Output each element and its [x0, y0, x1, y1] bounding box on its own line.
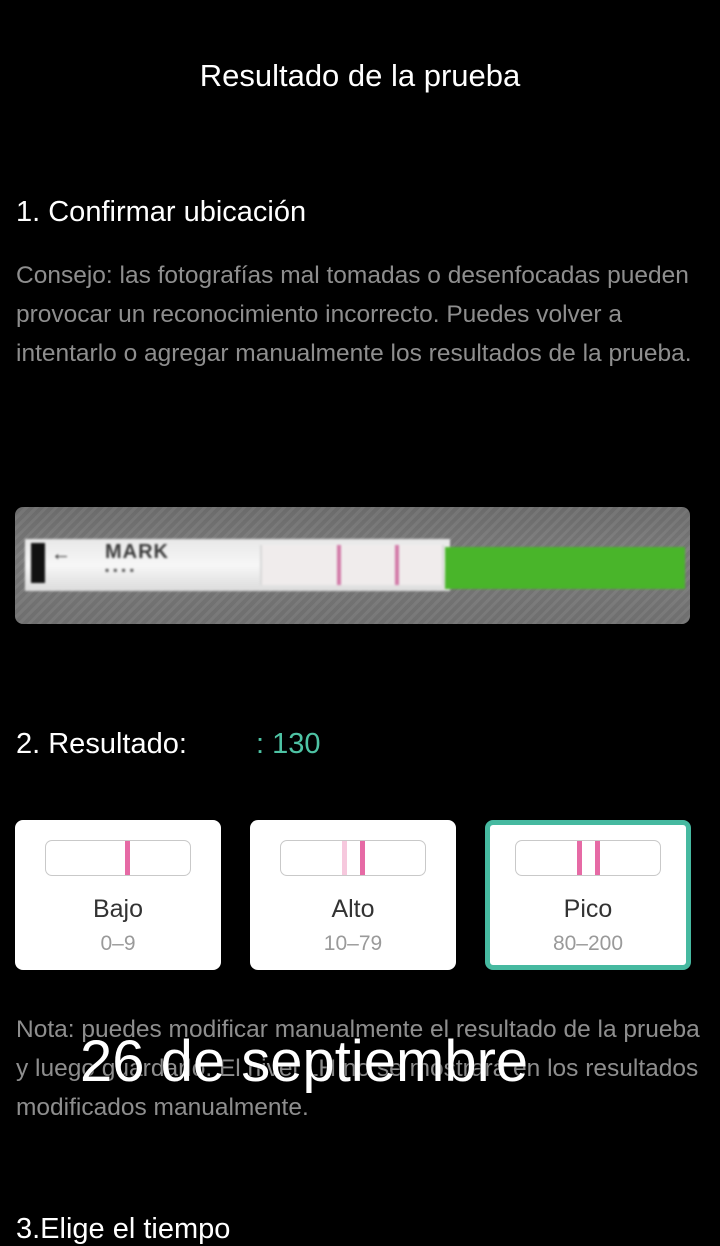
- strip-handle: [31, 543, 45, 583]
- strip-result-window: [260, 545, 444, 585]
- section-confirm-location-heading: 1. Confirmar ubicación: [16, 196, 307, 228]
- test-strip-peak-icon: [515, 840, 661, 876]
- strip-mark-text: MARK: [105, 541, 169, 563]
- option-name: Alto: [331, 895, 375, 923]
- strip-test-line: [337, 545, 341, 585]
- page-title: Resultado de la prueba: [199, 58, 521, 93]
- result-value: : 130: [256, 728, 321, 760]
- test-strip-high-icon: [280, 840, 426, 876]
- control-line: [125, 841, 130, 875]
- result-label: 2. Resultado:: [16, 728, 187, 760]
- date-overlay-label: 26 de septiembre: [80, 1029, 529, 1094]
- option-range: 0–9: [100, 932, 136, 955]
- tip-text: Consejo: las fotografías mal tomadas o d…: [16, 262, 692, 367]
- strip-mark-text-reflection: ▪▪▪▪: [105, 563, 139, 577]
- test-strip: ← MARK ▪▪▪▪: [25, 539, 450, 591]
- control-line: [360, 841, 365, 875]
- control-line: [595, 841, 600, 875]
- arrow-left-icon: ←: [51, 543, 71, 565]
- test-line: [577, 841, 582, 875]
- option-range: 80–200: [552, 932, 624, 955]
- section-choose-time-heading: 3.Elige el tiempo: [16, 1213, 231, 1245]
- result-option-pico[interactable]: Pico 80–200: [485, 820, 691, 970]
- option-name: Bajo: [92, 895, 144, 923]
- option-range: 10–79: [323, 932, 383, 955]
- result-option-alto[interactable]: Alto 10–79: [250, 820, 456, 970]
- strip-control-line: [395, 545, 399, 585]
- option-name: Pico: [563, 895, 613, 923]
- test-strip-photo[interactable]: ← MARK ▪▪▪▪: [15, 507, 690, 624]
- test-line-faint: [342, 841, 347, 875]
- result-option-bajo[interactable]: Bajo 0–9: [15, 820, 221, 970]
- test-strip-low-icon: [45, 840, 191, 876]
- strip-green-pad: [445, 547, 685, 589]
